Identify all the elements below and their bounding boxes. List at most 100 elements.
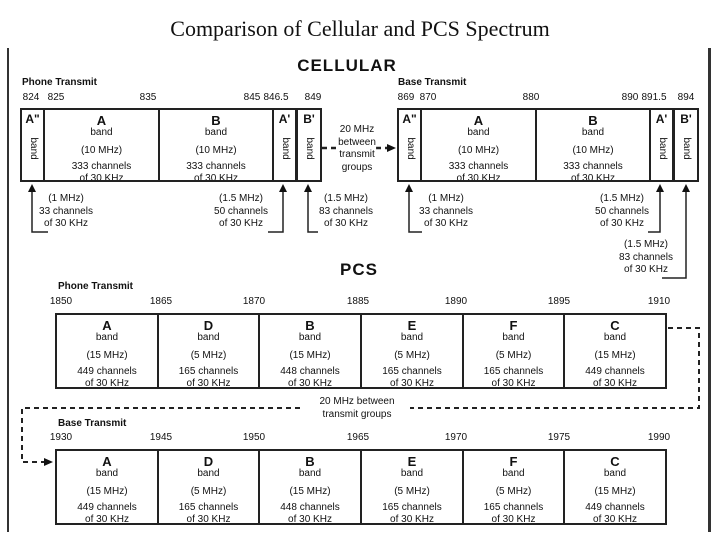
cellular-base-band-2: Bband (10 MHz) 333 channels of 30 KHz [535, 108, 651, 182]
pcs-phone-freq-1895: 1895 [547, 296, 571, 307]
band-channels: 333 channels of 30 KHz [160, 161, 272, 182]
text-line: of 30 KHz [491, 514, 536, 525]
text-line: of 30 KHz [600, 218, 644, 229]
cellular-base-band-1: Aband (10 MHz) 333 channels of 30 KHz [420, 108, 537, 182]
band-letter: A [102, 318, 112, 333]
band-letter: B' [303, 112, 315, 126]
band-letter: D [203, 318, 214, 333]
band-label: band [298, 468, 322, 479]
band-letter: A' [278, 112, 291, 126]
arrow-up-icon [405, 184, 413, 192]
text-line: of 30 KHz [194, 173, 238, 182]
band-letter: E [407, 454, 417, 469]
cellular-phone-band-1: Aband (10 MHz) 333 channels of 30 KHz [43, 108, 160, 182]
band-letter: B [211, 113, 221, 128]
text-line: 449 channels [585, 502, 645, 513]
text-line: (1 MHz) [48, 193, 84, 204]
band-label: band [603, 468, 627, 479]
band-letter: A' [655, 112, 668, 126]
pcs-phone-freq-1890: 1890 [444, 296, 468, 307]
pcs-phone-band-E: Eband (5 MHz) 165 channels of 30 KHz [360, 313, 464, 389]
band-channels: 165 channels of 30 KHz [362, 502, 462, 523]
text-line: (1.5 MHz) [600, 193, 644, 204]
text-line: of 30 KHz [624, 264, 668, 275]
text-line: of 30 KHz [288, 514, 332, 525]
text-line: 333 channels [71, 161, 132, 172]
band-label: band [197, 332, 220, 343]
cellular-phone-b1-note: (1.5 MHz) 83 channels of 30 KHz [319, 193, 373, 231]
band-label: band [279, 137, 291, 160]
band-letter: A" [25, 112, 40, 126]
text-line: 20 MHz between [319, 396, 395, 407]
band-letter: B [588, 113, 598, 128]
band-letter: B [305, 454, 315, 469]
band-width: (5 MHz) [190, 486, 227, 497]
band-channels: 165 channels of 30 KHz [159, 366, 258, 387]
band-label: band [197, 468, 220, 479]
band-channels: 449 channels of 30 KHz [57, 502, 157, 523]
text-line: 165 channels [382, 366, 442, 377]
text-line: 165 channels [382, 502, 442, 513]
text-line: of 30 KHz [456, 173, 501, 182]
cellular-phone-freq-824: 824 [22, 92, 40, 103]
band-channels: 333 channels of 30 KHz [422, 161, 535, 182]
text-line: groups [341, 161, 373, 173]
arrow-up-icon [682, 184, 690, 192]
cellular-base-transmit-label: Base Transmit [398, 77, 467, 88]
text-line: of 30 KHz [44, 218, 88, 229]
band-letter: A [96, 113, 107, 128]
text-line: of 30 KHz [593, 514, 637, 525]
pcs-phone-freq-1910: 1910 [647, 296, 671, 307]
band-width: (15 MHz) [289, 486, 331, 497]
band-channels: 333 channels of 30 KHz [537, 161, 649, 180]
band-width: (5 MHz) [394, 350, 430, 361]
cellular-base-a1-note: (1.5 MHz) 50 channels of 30 KHz [595, 193, 649, 231]
band-label: band [304, 137, 315, 160]
cellular-base-freq-894: 894 [677, 92, 695, 103]
cellular-phone-band-2: Bband (10 MHz) 333 channels of 30 KHz [158, 108, 274, 182]
text-line: 33 channels [419, 205, 473, 217]
pcs-base-freq-1930: 1930 [49, 432, 73, 443]
pcs-phone-band-F: Fband (5 MHz) 165 channels of 30 KHz [462, 313, 565, 389]
arrow-up-icon [656, 184, 664, 192]
text-line: of 30 KHz [324, 218, 368, 229]
text-line: 83 channels [319, 205, 373, 217]
band-width: (15 MHz) [289, 350, 331, 361]
band-label: band [204, 127, 228, 138]
band-label: band [502, 332, 525, 343]
cellular-phone-a1-note: (1.5 MHz) 50 channels of 30 KHz [214, 193, 268, 231]
text-line: 165 channels [178, 502, 239, 513]
cellular-phone-freq-849: 849 [304, 92, 322, 103]
text-line: between [338, 136, 376, 148]
band-channels: 165 channels of 30 KHz [159, 502, 258, 525]
cellular-phone-freq-835: 835 [139, 92, 157, 103]
band-width: (15 MHz) [86, 486, 128, 497]
band-channels: 333 channels of 30 KHz [45, 161, 158, 180]
text-line: 165 channels [178, 366, 239, 377]
arrow-right-icon [44, 458, 53, 466]
band-label: band [502, 468, 525, 479]
band-channels: 449 channels of 30 KHz [565, 366, 665, 387]
band-label: band [95, 468, 119, 479]
band-letter: F [509, 454, 518, 469]
cellular-base-band-3: A' band [649, 108, 674, 182]
band-width: (15 MHz) [86, 350, 128, 361]
text-line: of 30 KHz [288, 378, 332, 389]
band-channels: 165 channels of 30 KHz [464, 366, 563, 387]
band-width: (10 MHz) [572, 145, 614, 156]
text-line: (1.5 MHz) [324, 193, 368, 204]
band-channels: 449 channels of 30 KHz [57, 366, 157, 387]
text-line: 165 channels [483, 502, 544, 513]
cellular-base-freq-869: 869 [397, 92, 415, 103]
band-letter: A" [402, 112, 417, 126]
band-width: (5 MHz) [495, 350, 532, 361]
band-width: (5 MHz) [495, 486, 532, 497]
text-line: 50 channels [595, 205, 649, 217]
text-line: (1.5 MHz) [624, 239, 668, 250]
text-line: of 30 KHz [186, 514, 231, 525]
arrow-up-icon [279, 184, 287, 192]
text-line: 165 channels [483, 366, 544, 377]
pcs-base-band-E: Eband (5 MHz) 165 channels of 30 KHz [360, 449, 464, 525]
band-letter: C [610, 454, 620, 469]
cellular-base-band-4: B' band [673, 108, 699, 182]
